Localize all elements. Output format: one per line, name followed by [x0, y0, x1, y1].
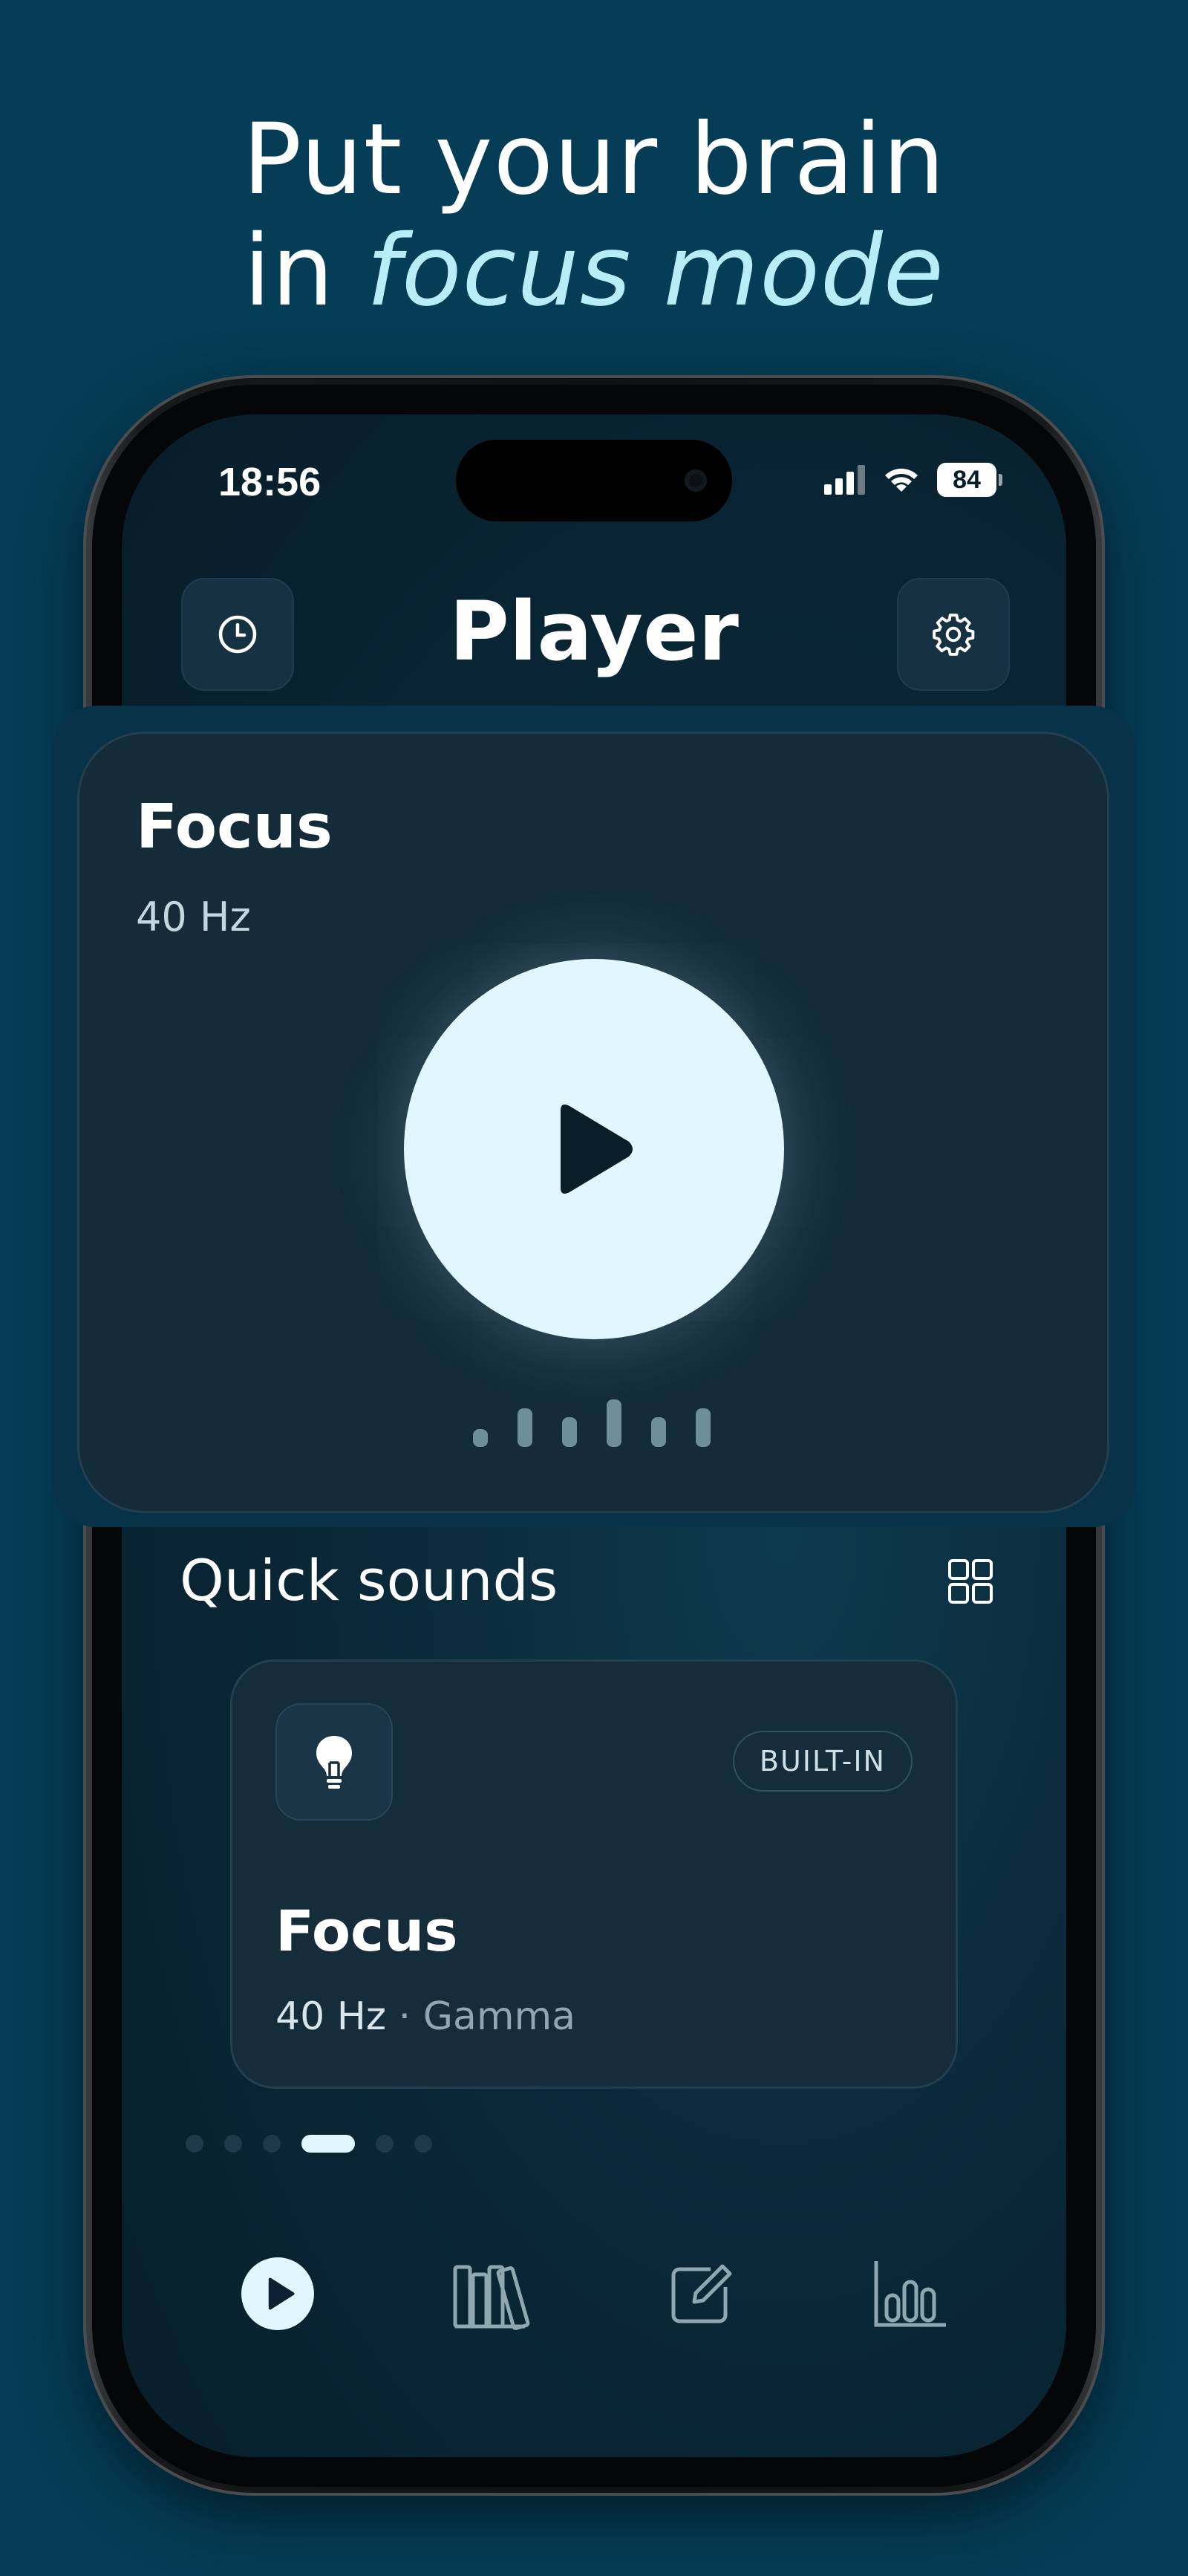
quick-sounds-title: Quick sounds	[180, 1547, 558, 1613]
page-dot[interactable]	[414, 2135, 432, 2153]
play-circle-icon	[241, 2257, 314, 2330]
level-bar	[473, 1429, 488, 1447]
tab-player[interactable]	[233, 2249, 322, 2338]
gear-icon	[933, 614, 975, 656]
headline-line-2: in focus mode	[0, 215, 1188, 327]
sound-card-subtitle: 40 Hz · Gamma	[275, 1994, 575, 2039]
page-dot[interactable]	[376, 2135, 394, 2153]
level-bar	[651, 1417, 666, 1447]
built-in-badge: BUILT-IN	[732, 1731, 913, 1792]
stats-icon	[874, 2261, 946, 2327]
sound-band: Gamma	[422, 1994, 576, 2039]
subtitle-separator: ·	[398, 1994, 411, 2039]
page-dot[interactable]	[186, 2135, 203, 2153]
headline-prefix: in	[244, 214, 367, 328]
player-title: Focus	[136, 792, 333, 862]
wifi-icon	[885, 468, 918, 492]
level-bar	[607, 1399, 621, 1447]
tab-journal[interactable]	[656, 2249, 745, 2338]
front-camera	[685, 469, 707, 492]
level-bar	[518, 1408, 532, 1447]
tab-stats[interactable]	[866, 2249, 955, 2338]
carousel-page-dots	[186, 2135, 432, 2153]
play-button[interactable]	[404, 959, 784, 1339]
page-dot[interactable]	[263, 2135, 281, 2153]
player-card: Focus 40 Hz	[77, 732, 1109, 1513]
signal-icon	[824, 465, 865, 495]
grid-icon[interactable]	[947, 1558, 993, 1604]
battery-icon: 84	[937, 463, 1002, 497]
page-dot[interactable]	[224, 2135, 242, 2153]
status-icons: 84	[824, 458, 1002, 502]
settings-button[interactable]	[897, 578, 1010, 691]
tab-library[interactable]	[447, 2249, 536, 2338]
audio-level-indicator	[473, 1395, 711, 1447]
level-bar	[696, 1408, 711, 1447]
headline-line-1: Put your brain	[242, 103, 946, 217]
headline-accent: focus mode	[366, 214, 944, 328]
sound-icon-tile	[275, 1703, 393, 1821]
quick-sound-card[interactable]: BUILT-IN Focus 40 Hz · Gamma	[230, 1659, 958, 2089]
sound-frequency: 40 Hz	[275, 1994, 387, 2039]
tab-bar	[122, 2233, 1066, 2359]
page-dot[interactable]	[301, 2135, 355, 2153]
headline: Put your brain in focus mode	[0, 104, 1188, 327]
level-bar	[562, 1417, 577, 1447]
sound-card-title: Focus	[275, 1898, 458, 1964]
library-icon	[453, 2265, 530, 2330]
play-icon	[561, 1105, 633, 1194]
status-time: 18:56	[218, 460, 322, 504]
dynamic-island	[456, 440, 732, 521]
lightbulb-icon	[316, 1736, 352, 1789]
edit-icon	[671, 2264, 732, 2323]
player-frequency: 40 Hz	[136, 894, 251, 940]
